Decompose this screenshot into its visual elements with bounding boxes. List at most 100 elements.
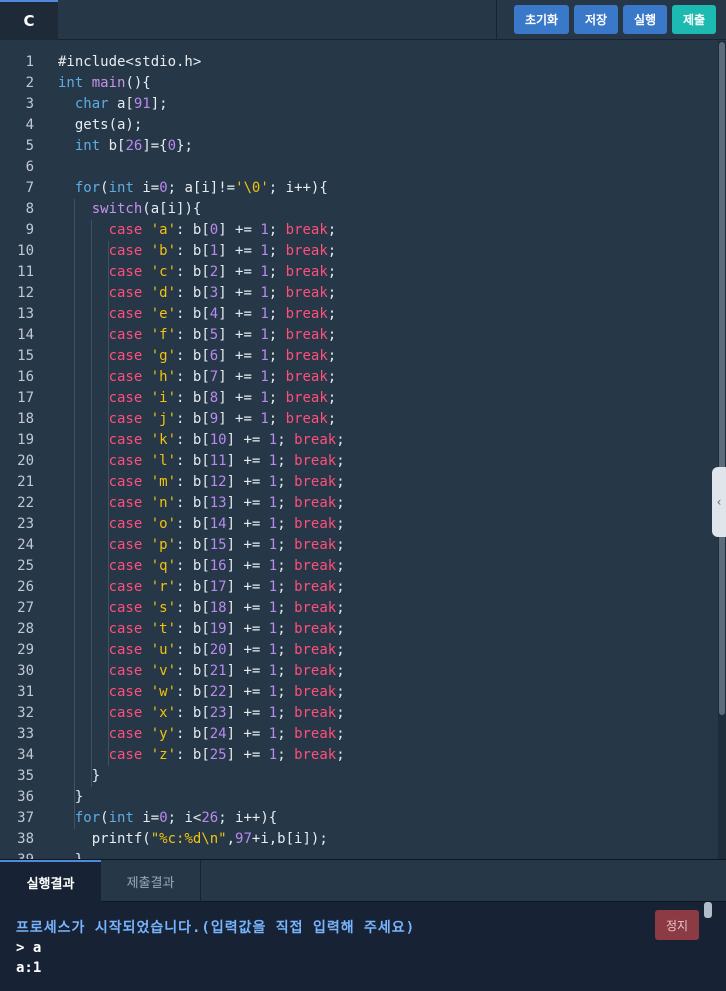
code-line[interactable]: case 'h': b[7] += 1; break; bbox=[58, 367, 337, 388]
line-number: 4 bbox=[25, 117, 34, 133]
language-tab[interactable]: C bbox=[0, 0, 58, 40]
code-line[interactable]: case 'f': b[5] += 1; break; bbox=[58, 325, 337, 346]
line-number: 32 bbox=[17, 705, 34, 721]
line-number: 31 bbox=[17, 684, 34, 700]
line-number: 10 bbox=[17, 243, 34, 259]
console-line: a:1 bbox=[16, 960, 42, 976]
code-line[interactable]: case 'g': b[6] += 1; break; bbox=[58, 346, 337, 367]
code-line[interactable]: case 'o': b[14] += 1; break; bbox=[58, 514, 345, 535]
tab-submit-result[interactable]: 제출결과 bbox=[101, 860, 201, 902]
reset-button[interactable]: 초기화 bbox=[514, 5, 569, 34]
line-number: 20 bbox=[17, 453, 34, 469]
code-line[interactable]: int main(){ bbox=[58, 73, 151, 94]
line-number: 13 bbox=[17, 306, 34, 322]
save-button[interactable]: 저장 bbox=[574, 5, 618, 34]
code-line[interactable]: #include<stdio.h> bbox=[58, 52, 201, 73]
code-line[interactable]: case 'd': b[3] += 1; break; bbox=[58, 283, 337, 304]
line-number: 8 bbox=[25, 201, 34, 217]
code-line[interactable]: for(int i=0; i<26; i++){ bbox=[58, 808, 277, 829]
console-scrollbar[interactable] bbox=[704, 902, 712, 991]
line-number: 18 bbox=[17, 411, 34, 427]
line-number: 6 bbox=[25, 159, 34, 175]
code-line[interactable]: case 't': b[19] += 1; break; bbox=[58, 619, 345, 640]
line-number: 22 bbox=[17, 495, 34, 511]
code-line[interactable]: case 'e': b[4] += 1; break; bbox=[58, 304, 337, 325]
line-number: 19 bbox=[17, 432, 34, 448]
code-line[interactable]: case 'm': b[12] += 1; break; bbox=[58, 472, 345, 493]
code-line[interactable]: case 'z': b[25] += 1; break; bbox=[58, 745, 345, 766]
code-editor[interactable]: 1 2 3 4 5 6 7 8 9 10 11 12 13 14 15 16 17 18 19 20 21 22 23 24 2… bbox=[0, 41, 718, 859]
line-number: 3 bbox=[25, 96, 34, 112]
line-number: 7 bbox=[25, 180, 34, 196]
line-number: 28 bbox=[17, 621, 34, 637]
line-number: 29 bbox=[17, 642, 34, 658]
chevron-left-icon[interactable]: ‹ bbox=[712, 467, 726, 537]
code-line[interactable]: } bbox=[58, 850, 83, 859]
line-number: 14 bbox=[17, 327, 34, 343]
indent-guide bbox=[108, 241, 109, 766]
code-line[interactable]: } bbox=[58, 766, 100, 787]
line-number: 12 bbox=[17, 285, 34, 301]
code-line[interactable]: case 'p': b[15] += 1; break; bbox=[58, 535, 345, 556]
line-number: 1 bbox=[25, 54, 34, 70]
line-number: 36 bbox=[17, 789, 34, 805]
code-line[interactable]: case 'a': b[0] += 1; break; bbox=[58, 220, 337, 241]
editor-scrollbar-thumb[interactable] bbox=[719, 42, 725, 715]
code-line[interactable]: case 'b': b[1] += 1; break; bbox=[58, 241, 337, 262]
code-line[interactable]: case 'i': b[8] += 1; break; bbox=[58, 388, 337, 409]
code-line[interactable]: char a[91]; bbox=[58, 94, 168, 115]
code-line[interactable]: case 'y': b[24] += 1; break; bbox=[58, 724, 345, 745]
line-number: 37 bbox=[17, 810, 34, 826]
run-button[interactable]: 실행 bbox=[623, 5, 667, 34]
code-line[interactable]: printf("%c:%d\n",97+i,b[i]); bbox=[58, 829, 328, 850]
console-scrollbar-thumb[interactable] bbox=[704, 902, 712, 918]
line-number: 25 bbox=[17, 558, 34, 574]
line-number: 15 bbox=[17, 348, 34, 364]
editor-scrollbar[interactable] bbox=[718, 41, 726, 859]
indent-guide bbox=[91, 220, 92, 787]
code-line[interactable]: case 'n': b[13] += 1; break; bbox=[58, 493, 345, 514]
line-number: 34 bbox=[17, 747, 34, 763]
code-line[interactable]: case 'v': b[21] += 1; break; bbox=[58, 661, 345, 682]
code-line[interactable]: case 'c': b[2] += 1; break; bbox=[58, 262, 337, 283]
code-line[interactable]: switch(a[i]){ bbox=[58, 199, 202, 220]
code-line[interactable]: } bbox=[58, 787, 83, 808]
code-line[interactable]: case 'u': b[20] += 1; break; bbox=[58, 640, 345, 661]
code-line[interactable]: case 'j': b[9] += 1; break; bbox=[58, 409, 337, 430]
line-number: 21 bbox=[17, 474, 34, 490]
line-number: 16 bbox=[17, 369, 34, 385]
code-line[interactable]: case 'k': b[10] += 1; break; bbox=[58, 430, 345, 451]
line-number: 17 bbox=[17, 390, 34, 406]
console-line: > a bbox=[16, 940, 42, 956]
code-line[interactable]: int b[26]={0}; bbox=[58, 136, 193, 157]
code-line[interactable]: gets(a); bbox=[58, 115, 142, 136]
code-line[interactable]: case 'l': b[11] += 1; break; bbox=[58, 451, 345, 472]
code-line[interactable]: case 's': b[18] += 1; break; bbox=[58, 598, 345, 619]
line-number: 39 bbox=[0, 850, 34, 859]
line-number: 30 bbox=[17, 663, 34, 679]
line-number: 27 bbox=[17, 600, 34, 616]
tab-run-result[interactable]: 실행결과 bbox=[0, 860, 101, 902]
code-line[interactable]: case 'w': b[22] += 1; break; bbox=[58, 682, 345, 703]
line-number: 23 bbox=[17, 516, 34, 532]
stop-button[interactable]: 정지 bbox=[655, 910, 699, 940]
line-number: 33 bbox=[17, 726, 34, 742]
line-number-gutter: 1 2 3 4 5 6 7 8 9 10 11 12 13 14 15 16 17 18 19 20 21 22 23 24 2… bbox=[0, 41, 48, 859]
output-panel: 실행결과 제출결과 프로세스가 시작되었습니다.(입력값을 직접 입력해 주세요… bbox=[0, 859, 726, 991]
line-number: 11 bbox=[17, 264, 34, 280]
line-number: 24 bbox=[17, 537, 34, 553]
line-number: 5 bbox=[25, 138, 34, 154]
line-number: 26 bbox=[17, 579, 34, 595]
editor-toolbar: C 초기화 저장 실행 제출 bbox=[0, 0, 726, 40]
line-number: 38 bbox=[17, 831, 34, 847]
code-line[interactable]: case 'r': b[17] += 1; break; bbox=[58, 577, 345, 598]
console-output: 프로세스가 시작되었습니다.(입력값을 직접 입력해 주세요) > a a:1 bbox=[16, 918, 415, 978]
submit-button[interactable]: 제출 bbox=[672, 5, 716, 34]
code-line[interactable]: for(int i=0; a[i]!='\0'; i++){ bbox=[58, 178, 328, 199]
line-number: 35 bbox=[17, 768, 34, 784]
line-number: 9 bbox=[25, 222, 34, 238]
toolbar-divider bbox=[496, 0, 497, 40]
output-tabs: 실행결과 제출결과 bbox=[0, 860, 726, 902]
code-line[interactable]: case 'x': b[23] += 1; break; bbox=[58, 703, 345, 724]
code-line[interactable]: case 'q': b[16] += 1; break; bbox=[58, 556, 345, 577]
